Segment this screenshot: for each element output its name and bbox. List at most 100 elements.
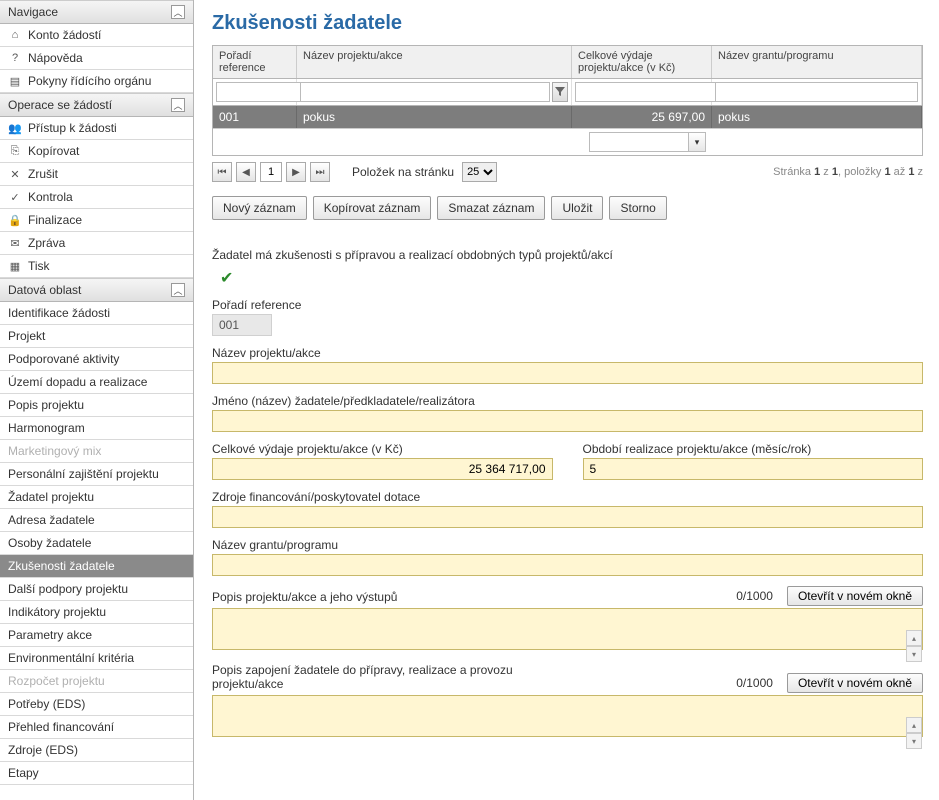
- panel-header-operace[interactable]: Operace se žádostí ︿: [0, 93, 193, 117]
- collapse-icon[interactable]: ︿: [171, 98, 185, 112]
- nav-label: Indikátory projektu: [8, 605, 106, 619]
- home-icon: ⌂: [8, 29, 22, 41]
- nav-pristup[interactable]: 👥Přístup k žádosti: [0, 117, 193, 140]
- close-icon: ✕: [8, 168, 22, 181]
- nav-label: Nápověda: [28, 51, 83, 65]
- name-label: Název projektu/akce: [212, 346, 923, 360]
- nav--zem-dopadu-a-realizace[interactable]: Území dopadu a realizace: [0, 371, 193, 394]
- open-involve-button[interactable]: Otevřít v novém okně: [787, 673, 923, 693]
- sum-input[interactable]: [589, 132, 689, 152]
- nav-zprava[interactable]: ✉Zpráva: [0, 232, 193, 255]
- per-page-label: Položek na stránku: [352, 165, 454, 179]
- nav-identifikace-dosti[interactable]: Identifikace žádosti: [0, 302, 193, 325]
- source-input[interactable]: [212, 506, 923, 528]
- nav-label: Zkušenosti žadatele: [8, 559, 115, 573]
- spin-up-icon[interactable]: ▴: [906, 717, 922, 733]
- pager-info: Stránka 1 z 1, položky 1 až 1 z: [773, 166, 923, 178]
- collapse-icon[interactable]: ︿: [171, 283, 185, 297]
- nav-zku-enosti-adatele[interactable]: Zkušenosti žadatele: [0, 555, 193, 578]
- col-header-ref[interactable]: Pořadí reference: [213, 46, 297, 78]
- nav-popis-projektu[interactable]: Popis projektu: [0, 394, 193, 417]
- new-button[interactable]: Nový záznam: [212, 196, 307, 220]
- involve-label: Popis zapojení žadatele do přípravy, rea…: [212, 663, 552, 691]
- nav-harmonogram[interactable]: Harmonogram: [0, 417, 193, 440]
- filter-grant[interactable]: [715, 82, 918, 102]
- last-page-button[interactable]: ⏭: [310, 162, 330, 182]
- nav-zrusit[interactable]: ✕ Zrušit: [0, 163, 193, 186]
- nav-finalizace[interactable]: 🔒Finalizace: [0, 209, 193, 232]
- nav-label: Území dopadu a realizace: [8, 375, 147, 389]
- prev-page-button[interactable]: ◀: [236, 162, 256, 182]
- total-input[interactable]: [212, 458, 553, 480]
- cell-ref: 001: [213, 106, 297, 128]
- nav-projekt[interactable]: Projekt: [0, 325, 193, 348]
- col-header-name[interactable]: Název projektu/akce: [297, 46, 572, 78]
- period-input[interactable]: [583, 458, 924, 480]
- nav-kontrola[interactable]: ✓Kontrola: [0, 186, 193, 209]
- nav-label: Environmentální kritéria: [8, 651, 134, 665]
- nav-label: Přístup k žádosti: [28, 121, 117, 135]
- nav-label: Zpráva: [28, 236, 65, 250]
- nav-pot-eby-eds-[interactable]: Potřeby (EDS): [0, 693, 193, 716]
- toolbar: Nový záznam Kopírovat záznam Smazat zázn…: [212, 196, 923, 220]
- cell-name: pokus: [297, 106, 572, 128]
- nav-dal-podpory-projektu[interactable]: Další podpory projektu: [0, 578, 193, 601]
- col-header-grant[interactable]: Název grantu/programu: [712, 46, 922, 78]
- panel-header-datova[interactable]: Datová oblast ︿: [0, 278, 193, 302]
- copy-button[interactable]: Kopírovat záznam: [313, 196, 432, 220]
- nav-osoby-adatele[interactable]: Osoby žadatele: [0, 532, 193, 555]
- next-page-button[interactable]: ▶: [286, 162, 306, 182]
- nav-p-ehled-financov-n-[interactable]: Přehled financování: [0, 716, 193, 739]
- nav-label: Osoby žadatele: [8, 536, 91, 550]
- nav-parametry-akce[interactable]: Parametry akce: [0, 624, 193, 647]
- collapse-icon[interactable]: ︿: [171, 5, 185, 19]
- nav-zdroje-eds-[interactable]: Zdroje (EDS): [0, 739, 193, 762]
- per-page-select[interactable]: 25: [462, 162, 497, 182]
- nav--adatel-projektu[interactable]: Žadatel projektu: [0, 486, 193, 509]
- filter-name[interactable]: [300, 82, 550, 102]
- nav-marketingov-mix: Marketingový mix: [0, 440, 193, 463]
- nav-label: Zrušit: [28, 167, 58, 181]
- dropdown-icon[interactable]: ▾: [688, 132, 706, 152]
- spin-down-icon[interactable]: ▾: [906, 646, 922, 662]
- involve-textarea[interactable]: [212, 695, 923, 737]
- applicant-input[interactable]: [212, 410, 923, 432]
- nav-label: Pokyny řídícího orgánu: [28, 74, 151, 88]
- panel-header-navigace[interactable]: Navigace ︿: [0, 0, 193, 24]
- nav-napoveda[interactable]: ?Nápověda: [0, 47, 193, 70]
- spin-up-icon[interactable]: ▴: [906, 630, 922, 646]
- open-desc-button[interactable]: Otevřít v novém okně: [787, 586, 923, 606]
- nav-adresa-adatele[interactable]: Adresa žadatele: [0, 509, 193, 532]
- panel-title: Datová oblast: [8, 283, 81, 297]
- page-input[interactable]: [260, 162, 282, 182]
- nav-label: Parametry akce: [8, 628, 92, 642]
- filter-total[interactable]: [575, 82, 725, 102]
- has-experience-label: Žadatel má zkušenosti s přípravou a real…: [212, 248, 923, 262]
- first-page-button[interactable]: ⏮: [212, 162, 232, 182]
- nav-konto-zadosti[interactable]: ⌂Konto žádostí: [0, 24, 193, 47]
- table-row[interactable]: 001 pokus 25 697,00 pokus: [213, 106, 922, 128]
- save-button[interactable]: Uložit: [551, 196, 603, 220]
- check-icon[interactable]: ✔: [220, 268, 242, 284]
- main-content: Zkušenosti žadatele Pořadí reference Náz…: [194, 0, 939, 800]
- spin-down-icon[interactable]: ▾: [906, 733, 922, 749]
- cancel-button[interactable]: Storno: [609, 196, 666, 220]
- grant-input[interactable]: [212, 554, 923, 576]
- nav-indik-tory-projektu[interactable]: Indikátory projektu: [0, 601, 193, 624]
- nav-kopirovat[interactable]: ⎘Kopírovat: [0, 140, 193, 163]
- delete-button[interactable]: Smazat záznam: [437, 196, 545, 220]
- nav-person-ln-zaji-t-n-projektu[interactable]: Personální zajištění projektu: [0, 463, 193, 486]
- nav-label: Identifikace žádosti: [8, 306, 110, 320]
- page-title: Zkušenosti žadatele: [212, 12, 923, 35]
- name-input[interactable]: [212, 362, 923, 384]
- nav-tisk[interactable]: ▦Tisk: [0, 255, 193, 278]
- filter-icon[interactable]: [552, 82, 568, 102]
- col-header-total[interactable]: Celkové výdaje projektu/akce (v Kč): [572, 46, 712, 78]
- desc-textarea[interactable]: [212, 608, 923, 650]
- nav-etapy[interactable]: Etapy: [0, 762, 193, 785]
- nav-label: Kopírovat: [28, 144, 79, 158]
- nav-environment-ln-krit-ria[interactable]: Environmentální kritéria: [0, 647, 193, 670]
- nav-podporovan-aktivity[interactable]: Podporované aktivity: [0, 348, 193, 371]
- cell-grant: pokus: [712, 106, 922, 128]
- nav-pokyny[interactable]: ▤Pokyny řídícího orgánu: [0, 70, 193, 93]
